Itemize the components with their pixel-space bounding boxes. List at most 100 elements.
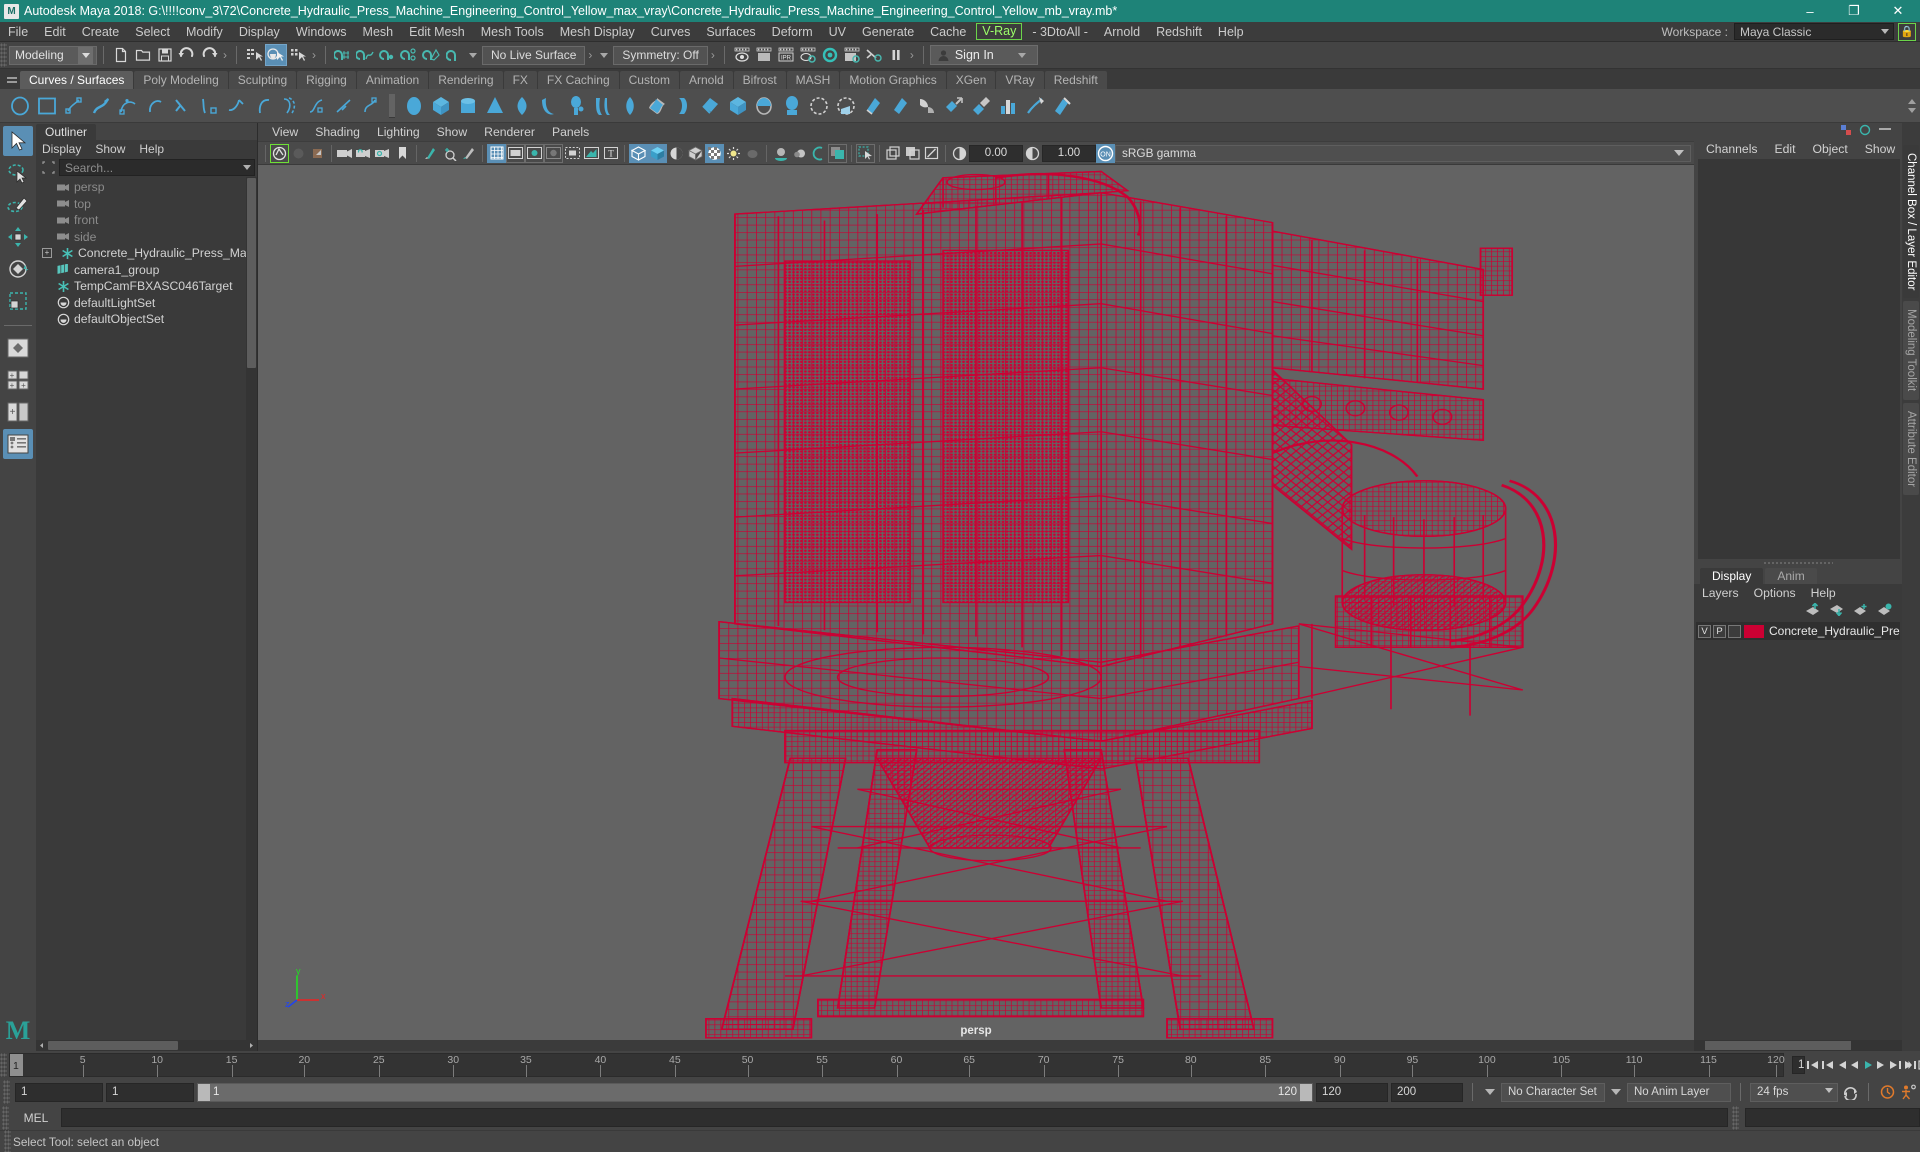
outliner-menu-help[interactable]: Help [139, 142, 164, 156]
rotate-tool-icon[interactable] [3, 254, 33, 284]
character-set-chevron-icon[interactable] [1485, 1089, 1495, 1095]
screen-space-ao-icon[interactable] [771, 144, 790, 163]
square-surface-icon[interactable] [778, 92, 805, 120]
viewport-camera-icon[interactable] [336, 144, 355, 163]
extrude-icon[interactable] [697, 92, 724, 120]
isolate-select-icon[interactable] [856, 143, 875, 163]
viewport-menu-renderer[interactable]: Renderer [484, 125, 535, 139]
menu-edit-mesh[interactable]: Edit Mesh [401, 22, 473, 42]
ipr-render-icon[interactable] [753, 44, 775, 66]
select-by-component-type-icon[interactable] [287, 44, 309, 66]
panel-splitter-handle[interactable] [1694, 559, 1902, 567]
layer-playback-checkbox[interactable]: P [1713, 624, 1726, 638]
play-forwards-icon[interactable] [1862, 1056, 1874, 1074]
exposure-value-field[interactable]: 0.00 [969, 144, 1023, 162]
intersect-surfaces-icon[interactable] [859, 92, 886, 120]
render-view-icon[interactable] [841, 44, 863, 66]
x-ray-joints-icon[interactable] [903, 144, 922, 163]
layer-display-type-checkbox[interactable] [1728, 624, 1741, 638]
shelf-menu-icon[interactable] [4, 71, 20, 89]
attach-curves-icon[interactable] [195, 92, 222, 120]
menu-redshift[interactable]: Redshift [1148, 22, 1210, 42]
new-layer-from-selected-icon[interactable] [1877, 603, 1892, 619]
detach-curves-icon[interactable] [222, 92, 249, 120]
shelf-tab-vray[interactable]: VRay [996, 71, 1044, 89]
render-current-frame-icon[interactable] [731, 44, 753, 66]
step-forward-frame-icon[interactable] [1875, 1056, 1887, 1074]
toolbar-collapse-right-icon-4[interactable]: › [708, 48, 718, 62]
shelf-tab-fx[interactable]: FX [503, 71, 537, 89]
open-close-surfaces-icon[interactable] [1048, 92, 1075, 120]
x-ray-icon[interactable] [884, 144, 903, 163]
playback-start-field[interactable]: 1 [106, 1082, 194, 1102]
display-layer-row[interactable]: V P Concrete_Hydraulic_Press_Machine_E [1696, 622, 1900, 640]
nurbs-circle-prim-icon[interactable] [562, 92, 589, 120]
perspective-viewport[interactable]: y x z persp [258, 165, 1694, 1040]
menu-curves[interactable]: Curves [643, 22, 699, 42]
viewport-menu-show[interactable]: Show [437, 125, 468, 139]
menu-help[interactable]: Help [1210, 22, 1252, 42]
toolbar-collapse-right-icon-5[interactable]: › [907, 48, 917, 62]
outliner-item-front[interactable]: front [36, 212, 257, 229]
new-layer-icon[interactable] [1853, 603, 1868, 619]
shelf-tab-bifrost[interactable]: Bifrost [733, 71, 786, 89]
outliner-item-side[interactable]: side [36, 229, 257, 246]
new-scene-icon[interactable] [110, 44, 132, 66]
command-input-field[interactable] [61, 1108, 1728, 1127]
ipr-icon[interactable]: IPR [775, 44, 797, 66]
outliner-item-camera1-group[interactable]: camera1_group [36, 262, 257, 279]
film-gate-icon[interactable] [506, 143, 525, 163]
outliner-tree[interactable]: persp top front side + Concrete_Hydrauli… [36, 177, 257, 1040]
make-live-icon[interactable] [442, 44, 464, 66]
time-slider-track[interactable]: 1 5 10 15 20 25 30 35 40 45 50 55 60 65 … [9, 1053, 1785, 1077]
camera-attributes-icon[interactable] [289, 144, 308, 163]
open-scene-icon[interactable] [132, 44, 154, 66]
go-to-start-icon[interactable] [1806, 1056, 1820, 1074]
toolbar-collapse-right-icon-2[interactable]: › [309, 48, 319, 62]
color-management-toggle-icon[interactable]: ON [1096, 143, 1115, 163]
menu-modify[interactable]: Modify [178, 22, 231, 42]
scroll-right-icon[interactable] [246, 1040, 257, 1051]
birail-icon[interactable] [724, 92, 751, 120]
film-origin-icon[interactable] [563, 144, 582, 163]
nurbs-square-icon[interactable] [33, 92, 60, 120]
image-plane-icon[interactable] [421, 144, 440, 163]
gate-mask-icon[interactable] [544, 143, 563, 163]
animation-preferences-icon[interactable] [1899, 1083, 1917, 1101]
layer-menu-help[interactable]: Help [1811, 586, 1836, 600]
viewport-menu-lighting[interactable]: Lighting [377, 125, 420, 139]
layer-menu-options[interactable]: Options [1754, 586, 1796, 600]
step-forward-key-icon[interactable] [1888, 1056, 1902, 1074]
outliner-search-input[interactable]: Search... [59, 159, 255, 176]
ep-curve-tool-icon[interactable] [330, 92, 357, 120]
redo-icon[interactable] [198, 44, 220, 66]
time-cursor[interactable]: 1 [10, 1054, 23, 1076]
character-set-selector[interactable]: No Character Set [1501, 1082, 1605, 1102]
attribute-editor-icon[interactable] [1878, 124, 1892, 139]
depth-of-field-icon[interactable] [828, 143, 847, 163]
move-layer-down-icon[interactable] [1829, 603, 1844, 619]
bookmark-icon[interactable] [308, 144, 327, 163]
menu-windows[interactable]: Windows [288, 22, 355, 42]
color-profile-selector[interactable]: sRGB gamma [1115, 144, 1691, 162]
cv-curve-tool-icon[interactable] [303, 92, 330, 120]
menu-set-selector[interactable]: Modeling [9, 45, 97, 65]
scroll-left-icon[interactable] [36, 1040, 47, 1051]
outliner-menu-show[interactable]: Show [95, 142, 125, 156]
play-backwards-icon[interactable] [1849, 1056, 1861, 1074]
outliner-item-default-object-set[interactable]: defaultObjectSet [36, 311, 257, 328]
pencil-curve-tool-icon[interactable] [87, 92, 114, 120]
workspace-selector[interactable]: Maya Classic [1734, 23, 1894, 40]
select-by-object-type-icon[interactable] [265, 44, 287, 66]
nurbs-cube-icon[interactable] [427, 92, 454, 120]
menu-deform[interactable]: Deform [764, 22, 821, 42]
wireframe-on-shaded-icon[interactable] [686, 144, 705, 163]
outliner-item-persp[interactable]: persp [36, 179, 257, 196]
channel-box-menu-object[interactable]: Object [1813, 142, 1848, 156]
outliner-vertical-scrollbar[interactable] [246, 177, 257, 1040]
exposure-icon[interactable] [950, 144, 969, 163]
command-output-field[interactable] [1745, 1108, 1920, 1127]
attach-surfaces-icon[interactable] [967, 92, 994, 120]
revolve-icon[interactable] [616, 92, 643, 120]
shelf-tab-rendering[interactable]: Rendering [429, 71, 503, 89]
